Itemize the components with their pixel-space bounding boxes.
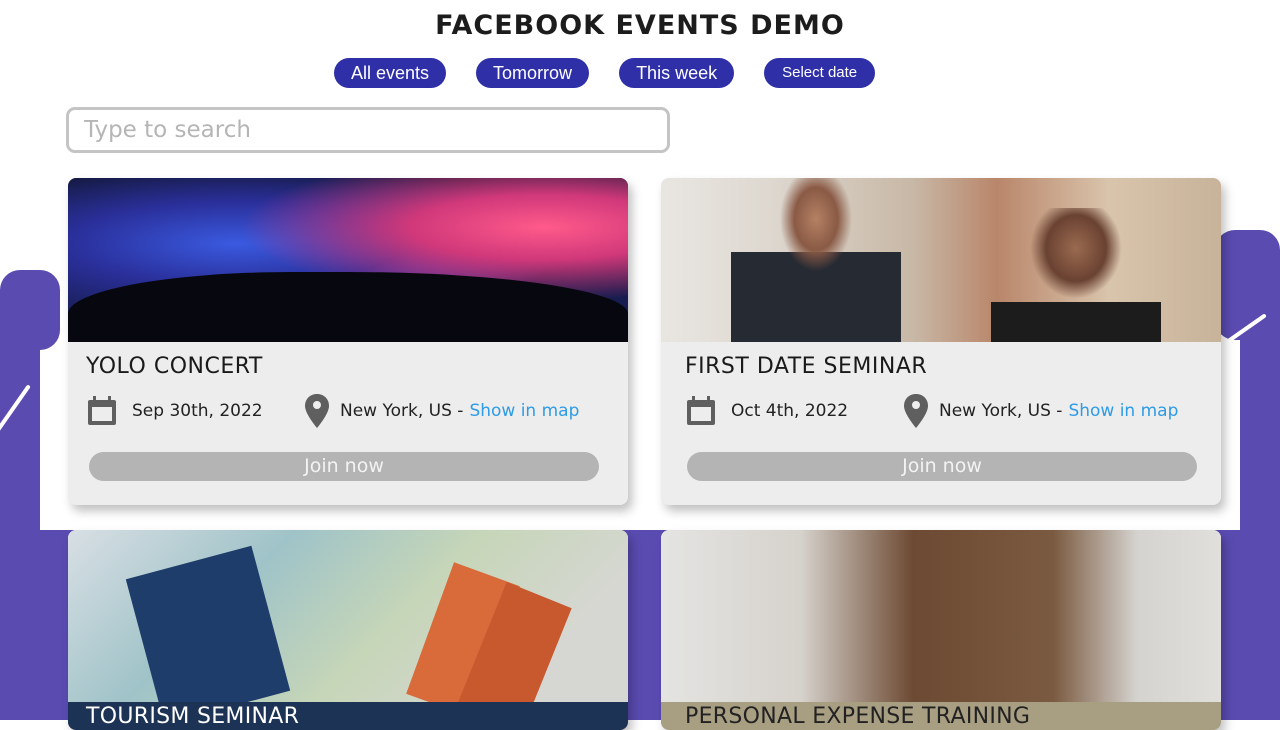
- join-now-button[interactable]: Join now: [89, 452, 599, 481]
- event-date: Oct 4th, 2022: [731, 401, 903, 421]
- brush-stroke: [1215, 230, 1280, 340]
- event-title: TOURISM SEMINAR: [86, 702, 299, 730]
- event-card: YOLO CONCERT Sep 30th, 2022 New York, US…: [68, 178, 628, 505]
- filter-bar: All events Tomorrow This week Select dat…: [334, 58, 875, 88]
- page-title: FACEBOOK EVENTS DEMO: [0, 10, 1280, 41]
- title-strip: PERSONAL EXPENSE TRAINING: [661, 702, 1221, 730]
- photo-notebook: [126, 546, 290, 725]
- event-location: New York, US -: [340, 401, 463, 421]
- brush-stroke: [0, 270, 60, 350]
- event-title: YOLO CONCERT: [86, 354, 263, 379]
- event-image-map: TOURISM SEMINAR: [68, 530, 628, 730]
- calendar-icon: [86, 395, 118, 427]
- event-location: New York, US -: [939, 401, 1062, 421]
- join-now-button[interactable]: Join now: [687, 452, 1197, 481]
- event-image-cafe: [661, 178, 1221, 342]
- show-in-map-link[interactable]: Show in map: [1068, 401, 1178, 421]
- photo-person: [991, 208, 1161, 342]
- title-strip: TOURISM SEMINAR: [68, 702, 628, 730]
- event-title: FIRST DATE SEMINAR: [685, 354, 927, 379]
- event-image-credit-card: PERSONAL EXPENSE TRAINING: [661, 530, 1221, 730]
- show-in-map-link[interactable]: Show in map: [469, 401, 579, 421]
- photo-person: [731, 178, 901, 342]
- filter-select-date[interactable]: Select date: [764, 58, 875, 88]
- crowd-silhouette: [68, 272, 628, 342]
- location-pin-icon: [304, 394, 330, 428]
- event-image-concert: [68, 178, 628, 342]
- filter-tomorrow[interactable]: Tomorrow: [476, 58, 589, 88]
- search-input[interactable]: [66, 107, 670, 153]
- event-card: TOURISM SEMINAR: [68, 530, 628, 730]
- event-card: FIRST DATE SEMINAR Oct 4th, 2022 New Yor…: [661, 178, 1221, 505]
- event-date: Sep 30th, 2022: [132, 401, 304, 421]
- event-title: PERSONAL EXPENSE TRAINING: [685, 702, 1030, 730]
- filter-all-events[interactable]: All events: [334, 58, 446, 88]
- calendar-icon: [685, 395, 717, 427]
- location-pin-icon: [903, 394, 929, 428]
- filter-this-week[interactable]: This week: [619, 58, 734, 88]
- event-card: PERSONAL EXPENSE TRAINING: [661, 530, 1221, 730]
